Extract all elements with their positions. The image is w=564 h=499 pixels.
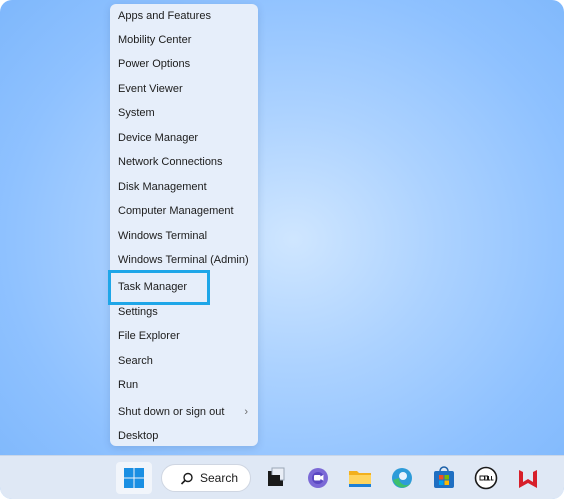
task-manager-highlight-box [108, 270, 210, 305]
chevron-right-icon: › [244, 406, 248, 418]
quick-link-menu: Apps and Features Mobility Center Power … [110, 4, 258, 446]
edge-browser-icon[interactable] [388, 462, 416, 494]
menu-item-run[interactable]: Run [110, 374, 258, 396]
menu-item-windows-terminal[interactable]: Windows Terminal [110, 225, 258, 247]
task-view-icon[interactable] [262, 462, 290, 494]
menu-item-computer-management[interactable]: Computer Management [110, 200, 258, 222]
menu-item-system[interactable]: System [110, 102, 258, 124]
menu-item-device-manager[interactable]: Device Manager [110, 127, 258, 149]
menu-item-file-explorer[interactable]: File Explorer [110, 325, 258, 347]
menu-item-search[interactable]: Search [110, 350, 258, 372]
taskbar: Search [0, 455, 564, 499]
menu-item-label: Shut down or sign out [118, 406, 225, 418]
taskbar-search-box[interactable]: Search [161, 464, 251, 492]
menu-item-network-connections[interactable]: Network Connections [110, 151, 258, 173]
menu-item-disk-management[interactable]: Disk Management [110, 176, 258, 198]
file-explorer-icon[interactable] [346, 462, 374, 494]
start-button[interactable] [116, 462, 152, 494]
menu-item-apps-and-features[interactable]: Apps and Features [110, 5, 258, 27]
menu-item-power-options[interactable]: Power Options [110, 53, 258, 75]
search-label: Search [200, 471, 239, 485]
mcafee-icon[interactable] [514, 462, 542, 494]
menu-item-desktop[interactable]: Desktop [110, 425, 258, 447]
desktop-background: Apps and Features Mobility Center Power … [0, 0, 564, 499]
menu-item-windows-terminal-admin[interactable]: Windows Terminal (Admin) [110, 249, 258, 271]
menu-item-shut-down-or-sign-out[interactable]: Shut down or sign out › [110, 401, 258, 423]
search-icon [180, 472, 193, 485]
teams-chat-icon[interactable] [304, 462, 332, 494]
microsoft-store-icon[interactable] [430, 462, 458, 494]
windows-start-icon [124, 468, 144, 488]
menu-item-mobility-center[interactable]: Mobility Center [110, 29, 258, 51]
dell-icon[interactable] [472, 462, 500, 494]
menu-item-event-viewer[interactable]: Event Viewer [110, 78, 258, 100]
